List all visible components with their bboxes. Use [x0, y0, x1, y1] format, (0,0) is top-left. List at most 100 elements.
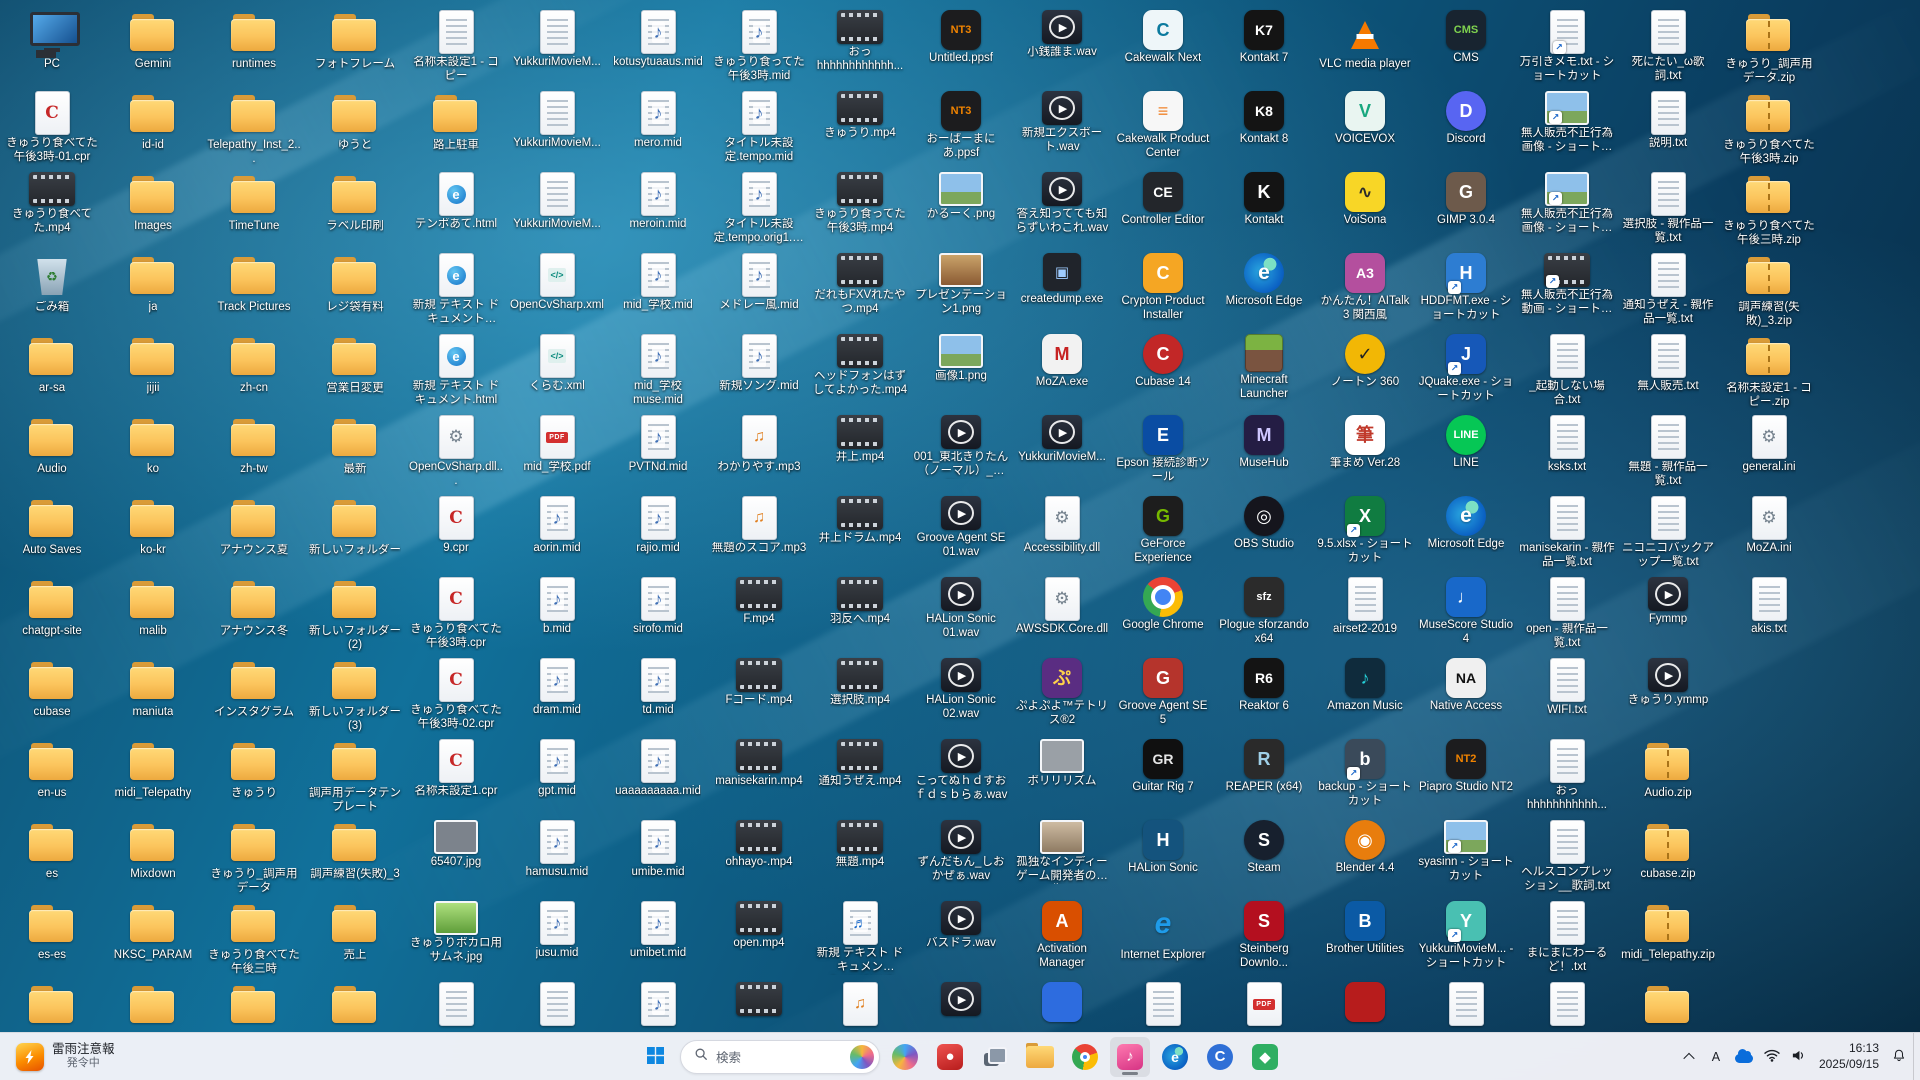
desktop-icon[interactable]: sirofo.mid: [609, 577, 707, 637]
desktop-icon[interactable]: タイトル未設定.tempo.orig1.mid: [710, 172, 808, 246]
desktop-icon[interactable]: td.mid: [609, 658, 707, 718]
desktop-icon[interactable]: 死にたい_ω歌詞.txt: [1619, 10, 1717, 84]
desktop-icon[interactable]: umibe.mid: [609, 820, 707, 880]
desktop-icon[interactable]: だれもFXVれたやつ.mp4: [811, 253, 909, 317]
show-desktop-button[interactable]: [1913, 1033, 1918, 1080]
desktop-icon[interactable]: _起動しない場合.txt: [1518, 334, 1616, 408]
start-button[interactable]: [635, 1037, 675, 1077]
onedrive-button[interactable]: [1730, 1037, 1758, 1077]
desktop-icon[interactable]: GRGuitar Rig 7: [1114, 739, 1212, 795]
desktop-icon[interactable]: cubase.zip: [1619, 820, 1717, 882]
desktop-icon[interactable]: HHALion Sonic: [1114, 820, 1212, 876]
desktop-icon[interactable]: maniuta: [104, 658, 202, 720]
desktop-icon[interactable]: 選択肢 - 親作品一覧.txt: [1619, 172, 1717, 246]
desktop-icon[interactable]: ゆうと: [306, 91, 404, 153]
desktop-icon[interactable]: manisekarin.mp4: [710, 739, 808, 789]
desktop-icon[interactable]: [306, 982, 404, 1030]
notification-bell-button[interactable]: [1886, 1037, 1912, 1077]
desktop-icon[interactable]: AWSSDK.Core.dll: [1013, 577, 1111, 637]
desktop-icon[interactable]: きゅうり: [205, 739, 303, 801]
desktop-icon[interactable]: 新しいフォルダー (3): [306, 658, 404, 734]
desktop-icon[interactable]: R6Reaktor 6: [1215, 658, 1313, 714]
desktop-icon[interactable]: meroin.mid: [609, 172, 707, 232]
desktop-icon[interactable]: ko: [104, 415, 202, 477]
desktop-icon[interactable]: [609, 982, 707, 1028]
desktop-icon[interactable]: おっhhhhhhhhhhh...: [1518, 739, 1616, 813]
desktop-icon[interactable]: [104, 982, 202, 1030]
desktop-icon[interactable]: OpenCvSharp.xml: [508, 253, 606, 313]
desktop-icon[interactable]: ぷぷよぷよ™テトリス®2: [1013, 658, 1111, 728]
desktop-icon[interactable]: J↗JQuake.exe - ショートカット: [1417, 334, 1515, 404]
desktop-icon[interactable]: NT2Piapro Studio NT2: [1417, 739, 1515, 795]
edge-button[interactable]: e: [1155, 1037, 1195, 1077]
desktop-icon[interactable]: メドレー風.mid: [710, 253, 808, 313]
desktop-icon[interactable]: SSteam: [1215, 820, 1313, 876]
desktop-icon[interactable]: 井上.mp4: [811, 415, 909, 465]
desktop-icon[interactable]: SSteinberg Downlo...: [1215, 901, 1313, 971]
desktop-icon[interactable]: b.mid: [508, 577, 606, 637]
desktop-icon[interactable]: きゅうり_調声用データ: [205, 820, 303, 896]
search-input[interactable]: 検索: [680, 1040, 880, 1074]
desktop-icon[interactable]: 名称未設定1 - コピー.zip: [1720, 334, 1818, 410]
desktop-icon[interactable]: ♩MuseScore Studio 4: [1417, 577, 1515, 647]
desktop-icon[interactable]: Fymmp: [1619, 577, 1717, 627]
desktop-icon[interactable]: Fコード.mp4: [710, 658, 808, 708]
desktop-icon[interactable]: id-id: [104, 91, 202, 153]
desktop-icon[interactable]: NKSC_PARAM: [104, 901, 202, 963]
desktop-icon[interactable]: テンポあて.html: [407, 172, 505, 232]
desktop-icon[interactable]: [1619, 982, 1717, 1030]
desktop-icon[interactable]: runtimes: [205, 10, 303, 72]
task-view-button[interactable]: [975, 1037, 1015, 1077]
desktop-icon[interactable]: レジ袋有料: [306, 253, 404, 315]
desktop-icon[interactable]: NT3Untitled.ppsf: [912, 10, 1010, 66]
desktop-icon[interactable]: ヘッドフォンはずしてよかった.mp4: [811, 334, 909, 398]
desktop-icon[interactable]: F.mp4: [710, 577, 808, 627]
desktop-icon[interactable]: hamusu.mid: [508, 820, 606, 880]
desktop-icon[interactable]: ↗無人販売不正行為画像 - ショートカット: [1518, 172, 1616, 236]
desktop-icon[interactable]: jusu.mid: [508, 901, 606, 961]
desktop-icon[interactable]: MoZA.ini: [1720, 496, 1818, 556]
desktop-icon[interactable]: Telepathy_Inst_2...: [205, 91, 303, 167]
desktop-icon[interactable]: zh-cn: [205, 334, 303, 396]
desktop-icon[interactable]: [1518, 982, 1616, 1028]
chrome-button[interactable]: [1065, 1037, 1105, 1077]
desktop-icon[interactable]: 無題 - 親作品一覧.txt: [1619, 415, 1717, 489]
desktop-icon[interactable]: Accessibility.dll: [1013, 496, 1111, 556]
desktop-icon[interactable]: en-us: [3, 739, 101, 801]
desktop-icon[interactable]: CCubase 14: [1114, 334, 1212, 390]
desktop-icon[interactable]: NANative Access: [1417, 658, 1515, 714]
desktop-icon[interactable]: open - 親作品一覧.txt: [1518, 577, 1616, 651]
desktop-icon[interactable]: 孤独なインディーゲーム開発者の一生...: [1013, 820, 1111, 884]
desktop-icon[interactable]: Microsoft Edge: [1215, 253, 1313, 309]
desktop-icon[interactable]: ♪Amazon Music: [1316, 658, 1414, 714]
desktop-wallpaper[interactable]: PCGeminiruntimesフォトフレーム名称未設定1 - コピーYukku…: [0, 0, 1920, 1080]
desktop-icon[interactable]: アナウンス夏: [205, 496, 303, 558]
desktop-icon[interactable]: Groove Agent SE 01.wav: [912, 496, 1010, 560]
desktop-icon[interactable]: RREAPER (x64): [1215, 739, 1313, 795]
desktop-icon[interactable]: 売上: [306, 901, 404, 963]
desktop-icon[interactable]: 新規 テキスト ドキュメント (2).html: [407, 253, 505, 327]
desktop-icon[interactable]: きゅうり食ってた午後3時.mp4: [811, 172, 909, 236]
desktop-icon[interactable]: es: [3, 820, 101, 882]
taskbar-copilot-button[interactable]: [885, 1037, 925, 1077]
desktop-icon[interactable]: 小銭誰ま.wav: [1013, 10, 1111, 60]
desktop-icon[interactable]: まにまにわーるど！.txt: [1518, 901, 1616, 975]
desktop-icon[interactable]: GGroove Agent SE 5: [1114, 658, 1212, 728]
desktop-icon[interactable]: きゅうりボカロ用サムネ.jpg: [407, 901, 505, 965]
desktop-icon[interactable]: ポリリリズム: [1013, 739, 1111, 789]
desktop-icon[interactable]: Microsoft Edge: [1417, 496, 1515, 552]
desktop-icon[interactable]: こってぬｈｄすおｆｄｓｂらぁ.wav: [912, 739, 1010, 803]
desktop-icon[interactable]: WIFI.txt: [1518, 658, 1616, 718]
desktop-icon[interactable]: A3かんたん！AITalk 3 関西風: [1316, 253, 1414, 323]
ime-indicator[interactable]: A: [1703, 1037, 1729, 1077]
desktop-icon[interactable]: [1013, 982, 1111, 1024]
desktop-icon[interactable]: LINELINE: [1417, 415, 1515, 471]
desktop-icon[interactable]: 9.cpr: [407, 496, 505, 556]
desktop-icon[interactable]: dram.mid: [508, 658, 606, 718]
desktop-icon[interactable]: 画像1.png: [912, 334, 1010, 384]
desktop-icon[interactable]: ↗万引きメモ.txt - ショートカット: [1518, 10, 1616, 84]
desktop-icon[interactable]: 通知うぜえ - 親作品一覧.txt: [1619, 253, 1717, 327]
desktop-icon[interactable]: CCrypton Product Installer: [1114, 253, 1212, 323]
desktop-icon[interactable]: きゅうり食べてた午後3時-02.cpr: [407, 658, 505, 732]
desktop-icon[interactable]: jijii: [104, 334, 202, 396]
